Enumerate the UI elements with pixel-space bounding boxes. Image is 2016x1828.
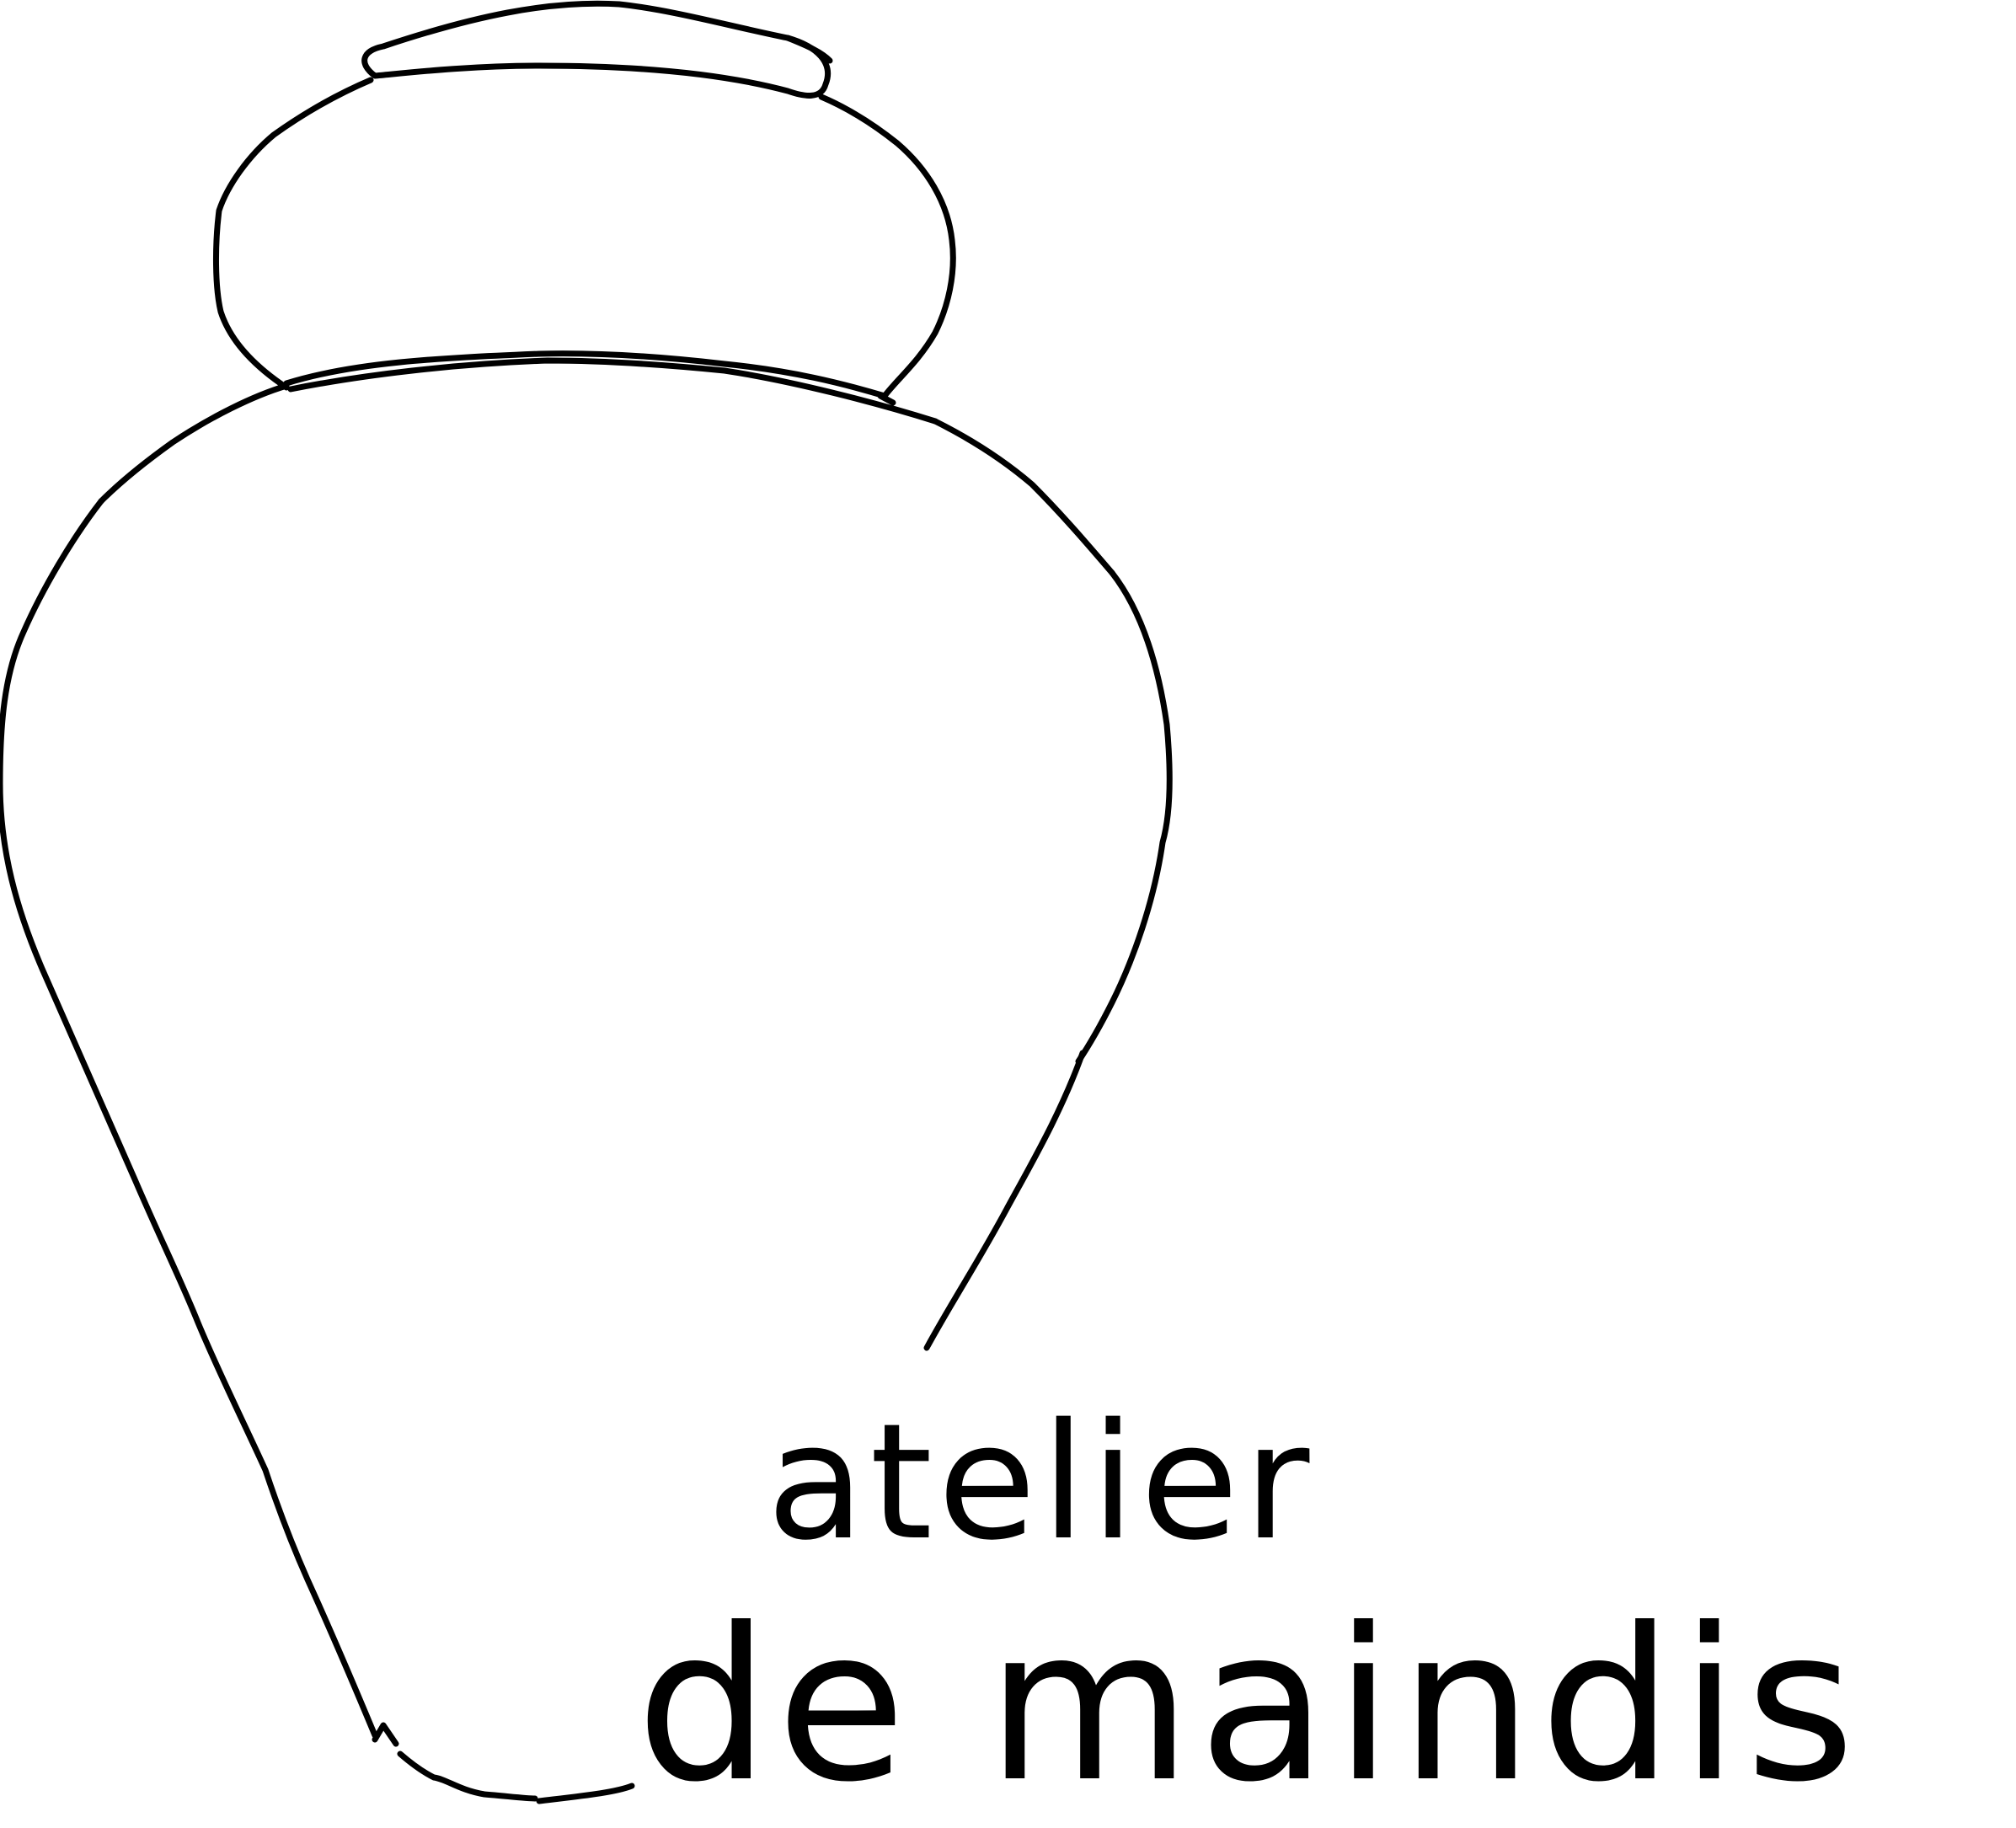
logo-canvas: atelier de maindis xyxy=(0,0,2016,1819)
wordmark: atelier de maindis xyxy=(0,0,2016,1819)
brand-name-line-2: de maindis xyxy=(636,1583,1862,1828)
brand-name-line-1: atelier xyxy=(767,1389,1315,1575)
